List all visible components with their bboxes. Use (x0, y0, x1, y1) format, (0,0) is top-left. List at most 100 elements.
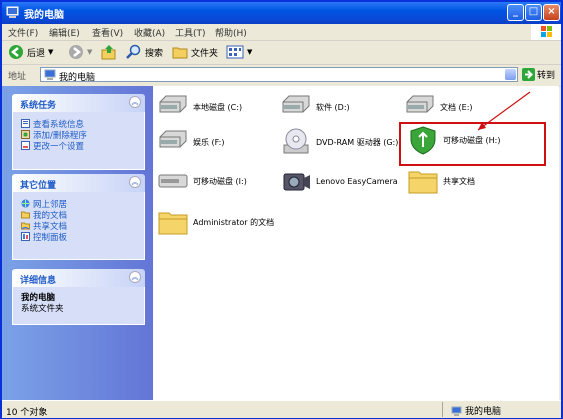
details-header[interactable]: 详细信息 ︽ (12, 269, 145, 287)
item-label: 软件 (D:) (316, 102, 350, 112)
back-arrow-icon (9, 45, 23, 59)
system-tasks-title: 系统任务 (20, 101, 57, 111)
link-label: 更改一个设置 (33, 141, 85, 152)
go-label: 转到 (537, 71, 556, 81)
forward-button[interactable]: ▼ (68, 43, 92, 61)
menu-file[interactable]: 文件(F) (8, 26, 38, 39)
drive-i-item[interactable]: 可移动磁盘 (I:) (157, 165, 247, 197)
details-panel: 详细信息 ︽ 我的电脑 系统文件夹 (12, 269, 145, 325)
drive-f-item[interactable]: 娱乐 (F:) (157, 126, 224, 158)
go-arrow-icon (522, 68, 535, 81)
status-divider (442, 402, 443, 417)
hard-drive-icon (159, 130, 187, 148)
toolbar: 后退 ▼ ▼ 搜索 文件夹 ▼ (2, 40, 561, 65)
folders-label: 文件夹 (191, 48, 219, 59)
my-computer-icon (451, 406, 462, 416)
my-computer-icon (6, 6, 19, 18)
add-remove-programs-link[interactable]: 添加/删除程序 (21, 129, 136, 141)
minimize-button[interactable]: _ (507, 4, 524, 21)
forward-arrow-icon (69, 45, 83, 59)
drive-d-item[interactable]: 软件 (D:) (280, 91, 350, 123)
folders-icon (172, 47, 188, 59)
shared-documents-item[interactable]: 共享文档 (407, 165, 475, 197)
address-value: 我的电脑 (59, 73, 96, 83)
item-label: 本地磁盘 (C:) (193, 102, 243, 112)
views-icon (226, 45, 244, 59)
other-places-panel: 其它位置 ︽ 网上邻居 我的文档 共享文档 控制面板 (12, 174, 145, 260)
folder-icon (158, 212, 188, 235)
hard-drive-icon (282, 95, 310, 113)
drive-g-item[interactable]: DVD-RAM 驱动器 (G:) (280, 126, 398, 158)
item-label: Lenovo EasyCamera (316, 176, 398, 186)
menu-help[interactable]: 帮助(H) (215, 26, 247, 39)
item-label: 文档 (E:) (440, 102, 473, 112)
collapse-chevron-icon[interactable]: ︽ (129, 271, 141, 283)
title-bar[interactable]: 我的电脑 _ □ × (2, 2, 561, 24)
forward-dropdown-icon[interactable]: ▼ (87, 48, 92, 56)
menu-view[interactable]: 查看(V) (92, 26, 123, 39)
item-label: Administrator 的文档 (193, 217, 275, 227)
details-title: 详细信息 (20, 276, 57, 286)
system-tasks-panel: 系统任务 ︽ 查看系统信息 添加/删除程序 更改一个设置 (12, 94, 145, 170)
system-tasks-header[interactable]: 系统任务 ︽ (12, 94, 145, 112)
control-panel-icon (21, 232, 30, 241)
menu-edit[interactable]: 编辑(E) (49, 26, 80, 39)
control-panel-link[interactable]: 控制面板 (21, 231, 136, 243)
drive-e-item[interactable]: 文档 (E:) (404, 91, 473, 123)
explorer-window: 我的电脑 _ □ × 文件(F) 编辑(E) 查看(V) 收藏(A) 工具(T)… (0, 0, 563, 419)
camera-item[interactable]: Lenovo EasyCamera (280, 165, 398, 197)
other-places-title: 其它位置 (20, 181, 57, 191)
camera-icon (283, 173, 310, 191)
search-button[interactable]: 搜索 (126, 43, 163, 61)
task-pane: 系统任务 ︽ 查看系统信息 添加/删除程序 更改一个设置 其它位置 ︽ 网上邻居… (2, 86, 153, 400)
view-system-info-link[interactable]: 查看系统信息 (21, 118, 136, 130)
add-remove-icon (21, 130, 30, 139)
item-label: 共享文档 (443, 176, 475, 186)
views-button[interactable]: ▼ (226, 43, 252, 61)
status-location-label: 我的电脑 (465, 407, 502, 417)
close-button[interactable]: × (543, 4, 560, 21)
my-documents-link[interactable]: 我的文档 (21, 209, 136, 221)
status-location: 我的电脑 (451, 404, 501, 417)
views-dropdown-icon[interactable]: ▼ (247, 48, 252, 56)
details-name: 我的电脑 (21, 293, 56, 303)
menu-favorites[interactable]: 收藏(A) (134, 26, 165, 39)
other-places-header[interactable]: 其它位置 ︽ (12, 174, 145, 192)
shared-folder-icon (21, 222, 30, 230)
search-label: 搜索 (145, 48, 164, 59)
removable-drive-icon (158, 174, 188, 188)
status-bar: 10 个对象 我的电脑 (2, 400, 561, 418)
folders-button[interactable]: 文件夹 (172, 43, 218, 61)
network-places-icon (21, 199, 30, 208)
search-icon (126, 44, 141, 59)
network-places-link[interactable]: 网上邻居 (21, 198, 136, 210)
collapse-chevron-icon[interactable]: ︽ (129, 176, 141, 188)
shared-documents-link[interactable]: 共享文档 (21, 220, 136, 232)
change-setting-link[interactable]: 更改一个设置 (21, 140, 136, 152)
address-field[interactable]: 我的电脑 (40, 67, 518, 83)
item-label: DVD-RAM 驱动器 (G:) (316, 137, 399, 147)
folder-icon (408, 171, 438, 194)
menu-tools[interactable]: 工具(T) (175, 26, 206, 39)
back-button[interactable]: 后退 ▼ (8, 43, 53, 61)
hard-drive-icon (406, 95, 434, 113)
address-dropdown-icon[interactable] (505, 69, 516, 80)
up-folder-icon (101, 45, 116, 60)
link-label: 控制面板 (33, 232, 68, 243)
collapse-chevron-icon[interactable]: ︽ (129, 96, 141, 108)
admin-documents-item[interactable]: Administrator 的文档 (157, 206, 277, 238)
details-description: 系统文件夹 (21, 304, 64, 314)
windows-logo-icon (531, 24, 561, 40)
system-info-icon (21, 119, 30, 128)
back-dropdown-icon[interactable]: ▼ (48, 48, 53, 56)
maximize-button[interactable]: □ (525, 4, 542, 21)
hard-drive-icon (159, 95, 187, 113)
menu-bar: 文件(F) 编辑(E) 查看(V) 收藏(A) 工具(T) 帮助(H) (2, 24, 561, 41)
up-folder-button[interactable] (101, 43, 117, 61)
item-label: 可移动磁盘 (I:) (193, 176, 247, 186)
back-label: 后退 (27, 48, 46, 59)
my-computer-icon (44, 69, 56, 80)
drive-c-item[interactable]: 本地磁盘 (C:) (157, 91, 242, 123)
go-button[interactable]: 转到 (522, 68, 555, 81)
address-label: 地址 (8, 72, 27, 82)
